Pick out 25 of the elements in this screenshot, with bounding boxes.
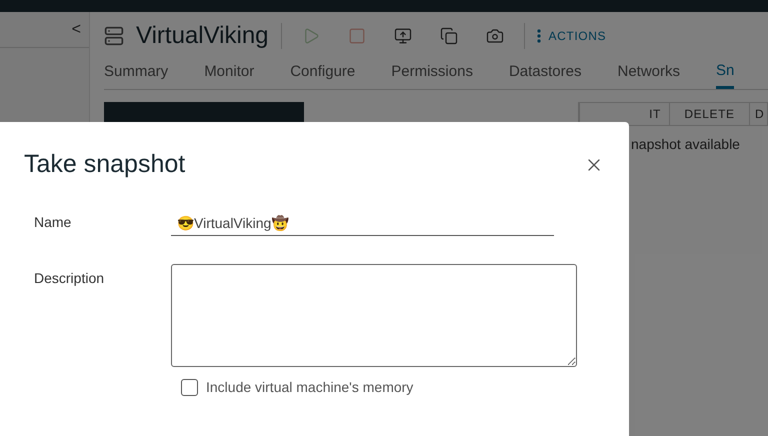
tab[interactable]: Datastores — [508, 56, 582, 89]
dialog-title: Take snapshot — [24, 149, 186, 180]
checkbox-label: Include virtual machine's memory — [206, 378, 414, 397]
tab[interactable]: Sn — [716, 56, 734, 89]
empty-message: napshot available — [631, 135, 740, 154]
vm-title: VirtualViking — [136, 21, 269, 51]
name-field[interactable]: 😎VirtualViking🤠 — [171, 212, 554, 236]
tab[interactable]: Configure — [290, 56, 356, 89]
tab[interactable]: Monitor — [204, 56, 254, 89]
copy-icon[interactable] — [440, 27, 458, 45]
field-label: Description — [33, 268, 106, 288]
checkbox[interactable] — [181, 378, 198, 396]
field-label: Name — [33, 212, 72, 232]
column-header: DELETE — [669, 103, 749, 125]
tab[interactable]: Permissions — [391, 56, 473, 89]
collapse-button[interactable]: < — [72, 18, 81, 42]
column-header: D — [749, 103, 767, 125]
tab[interactable]: Networks — [618, 56, 680, 89]
actions-button[interactable]: ACTIONS — [536, 27, 606, 45]
more-icon — [536, 29, 541, 43]
monitor-icon[interactable] — [394, 27, 412, 45]
camera-icon[interactable] — [486, 27, 504, 45]
vm-icon — [104, 26, 124, 46]
tab[interactable]: Summary — [104, 56, 168, 89]
description-field[interactable] — [171, 264, 577, 366]
